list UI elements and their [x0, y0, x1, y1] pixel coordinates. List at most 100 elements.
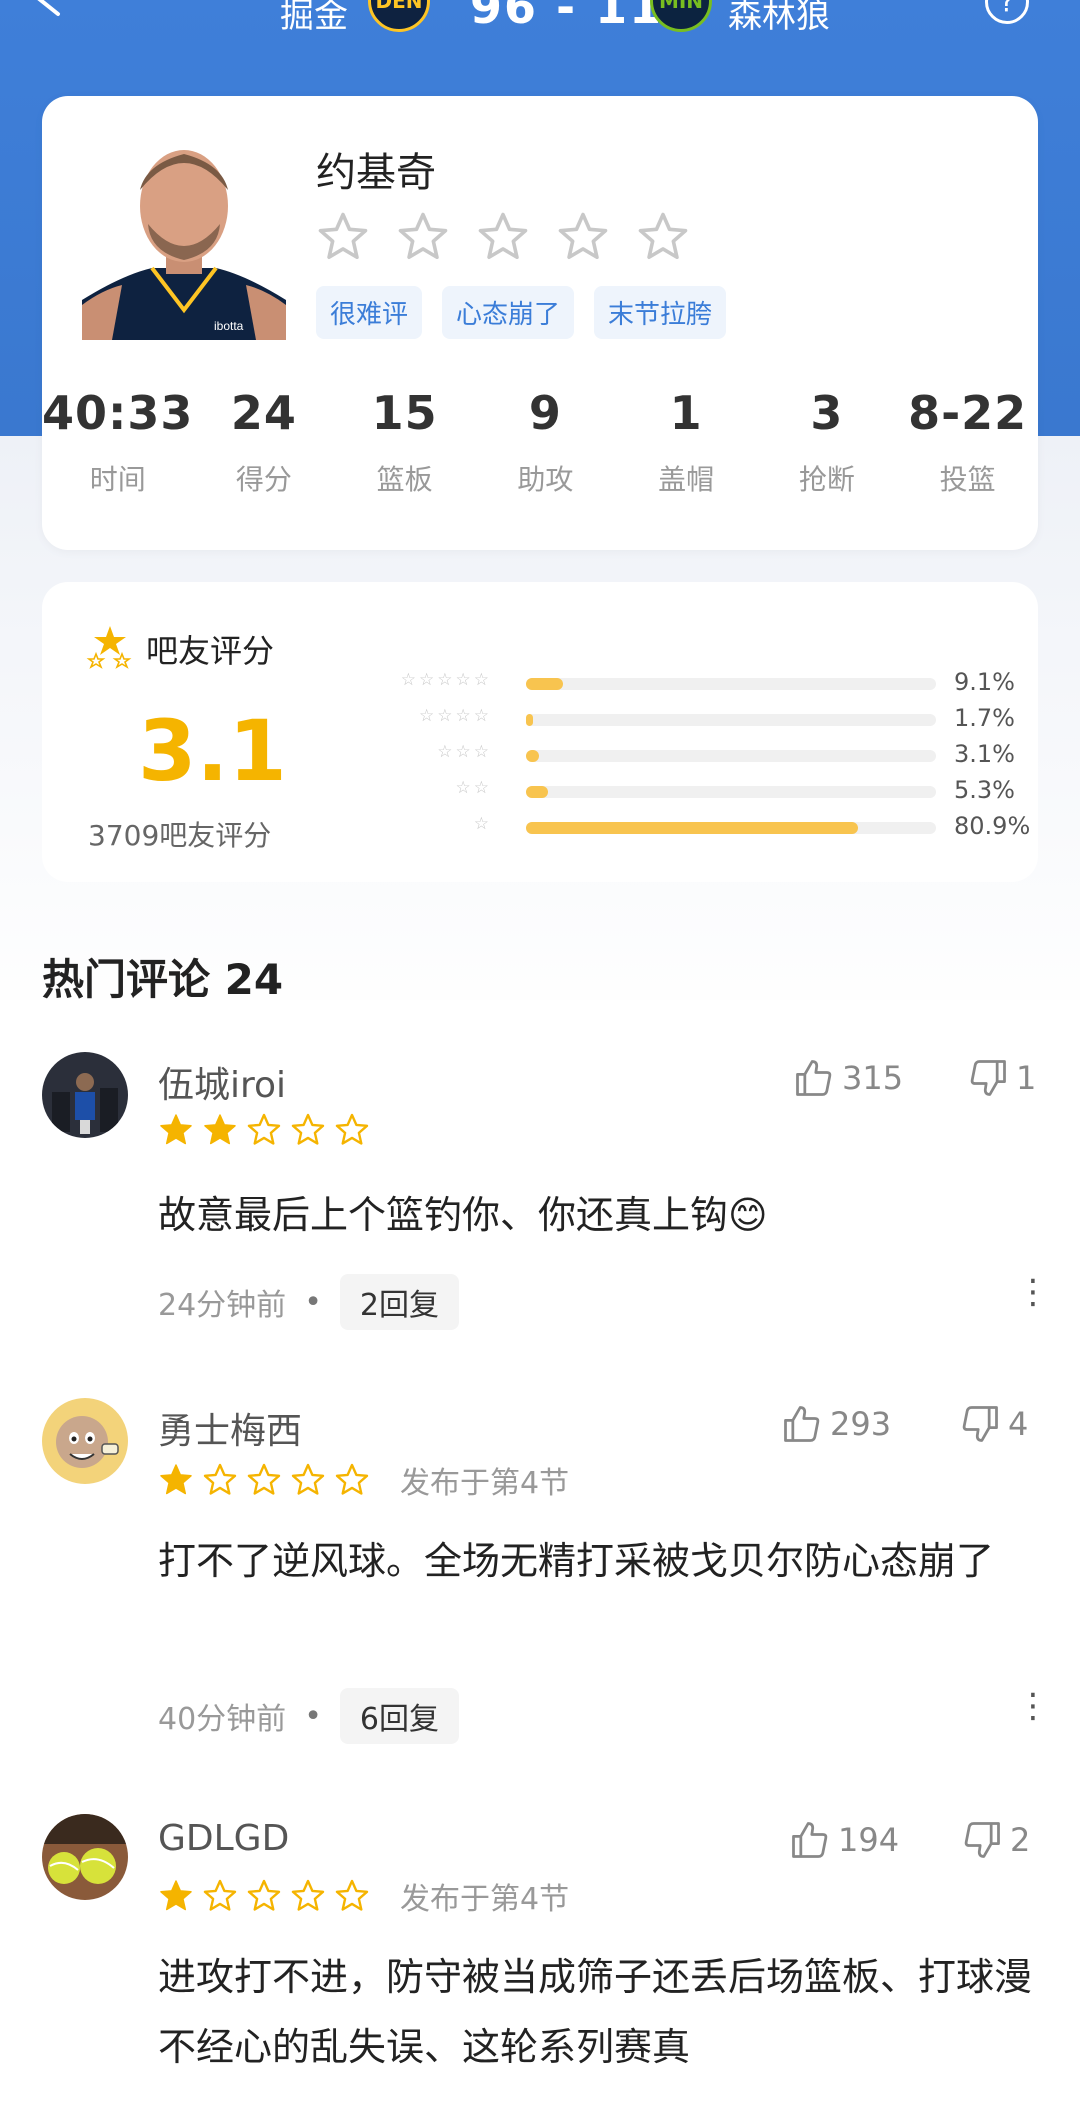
- rating-score: 3.1: [138, 702, 287, 800]
- star-icon: [247, 1463, 281, 1495]
- like-count: 293: [830, 1405, 892, 1443]
- stat-shooting: 8-22 投篮: [897, 386, 1038, 498]
- more-vertical-icon[interactable]: ⋮: [1016, 1686, 1050, 1726]
- player-avatar[interactable]: ibotta: [82, 140, 286, 340]
- comment-text: 故意最后上个篮钓你、你还真上钩😊: [158, 1193, 768, 1237]
- distribution-stars: ☆☆: [455, 778, 492, 798]
- rating-distribution: ☆☆☆☆☆ 9.1% ☆☆☆☆ 1.7% ☆☆☆ 3.1% ☆☆ 5.3% ☆ 80.9%: [342, 666, 1031, 846]
- player-tag[interactable]: 心态崩了: [442, 286, 575, 339]
- comment-username[interactable]: GDLGD: [158, 1818, 289, 1859]
- distribution-stars: ☆☆☆☆: [419, 706, 492, 726]
- hot-comments-title: 热门评论 24: [42, 955, 284, 1004]
- separator-dot: •: [304, 1284, 322, 1320]
- like-button[interactable]: 293: [780, 1402, 891, 1446]
- star-icon: [160, 1114, 192, 1145]
- star-outline-icon: [638, 212, 688, 260]
- distribution-row: ☆☆☆☆☆ 9.1%: [342, 666, 1022, 702]
- star-icon: [291, 1879, 325, 1911]
- star-icon: [203, 1463, 237, 1495]
- avatar[interactable]: [42, 1398, 128, 1484]
- distribution-stars: ☆☆☆: [437, 742, 492, 762]
- rating-title: 吧友评分: [146, 632, 275, 670]
- home-team-logo[interactable]: DEN: [368, 0, 430, 32]
- comment-username[interactable]: 伍城iroi: [158, 1056, 286, 1108]
- stat-label: 助攻: [517, 463, 574, 496]
- player-tags: 很难评 心态崩了 末节拉胯: [316, 286, 727, 339]
- comment-meta: 40分钟前 • 6回复: [158, 1688, 459, 1744]
- distribution-percent: 80.9%: [954, 812, 1031, 840]
- distribution-stars: ☆: [473, 814, 492, 834]
- away-team-name[interactable]: 森林狼: [728, 0, 830, 37]
- player-tag[interactable]: 末节拉胯: [594, 286, 727, 339]
- distribution-track: [526, 822, 936, 834]
- thumbs-up-icon: [796, 1060, 832, 1096]
- distribution-row: ☆ 80.9%: [342, 810, 1031, 846]
- dislike-button[interactable]: 1: [966, 1056, 1036, 1100]
- distribution-bar: [526, 750, 539, 762]
- distribution-track: [526, 786, 936, 798]
- comment-period-note: 发布于第4节: [400, 1466, 570, 1501]
- distribution-bar: [526, 678, 564, 690]
- stat-value: 9: [528, 386, 562, 440]
- star-icon: [247, 1879, 281, 1911]
- reply-button[interactable]: 6回复: [339, 1688, 459, 1744]
- home-logo-text: DEN: [375, 0, 423, 13]
- stat-value: 3: [810, 386, 844, 440]
- thumbs-down-icon: [970, 1060, 1006, 1096]
- user-avatar-icon: [42, 1052, 128, 1138]
- comment-time: 40分钟前: [158, 1702, 287, 1737]
- like-button[interactable]: 315: [792, 1056, 903, 1100]
- distribution-percent: 1.7%: [954, 704, 1015, 732]
- distribution-track: [526, 750, 936, 762]
- distribution-bar: [526, 714, 533, 726]
- dislike-button[interactable]: 4: [958, 1402, 1028, 1446]
- distribution-track: [526, 714, 936, 726]
- help-icon[interactable]: ?: [985, 0, 1029, 24]
- more-vertical-icon[interactable]: ⋮: [1016, 1272, 1050, 1312]
- star-outline-icon: [318, 212, 368, 260]
- stat-assists: 9 助攻: [475, 386, 616, 498]
- comment-meta: 24分钟前 • 2回复: [158, 1274, 459, 1330]
- like-button[interactable]: 194: [788, 1818, 899, 1862]
- comment-username[interactable]: 勇士梅西: [158, 1402, 302, 1454]
- stars-icon: [86, 626, 132, 669]
- star-icon: [291, 1113, 325, 1145]
- distribution-row: ☆☆☆ 3.1%: [342, 738, 1022, 774]
- stat-label: 时间: [89, 463, 146, 496]
- avatar[interactable]: [42, 1814, 128, 1900]
- star-outline-icon: [558, 212, 608, 260]
- svg-text:ibotta: ibotta: [214, 319, 244, 333]
- rating-count: 3709吧友评分: [88, 819, 272, 852]
- distribution-row: ☆☆ 5.3%: [342, 774, 1022, 810]
- distribution-percent: 9.1%: [954, 668, 1015, 696]
- stat-label: 得分: [235, 463, 292, 496]
- home-team-name[interactable]: 掘金: [280, 0, 348, 37]
- player-name: 约基奇: [316, 150, 436, 196]
- stat-value: 1: [669, 386, 703, 440]
- player-card: ibotta 约基奇 很难评 心态崩了 末节拉胯 40:33 时间 24 得分 15…: [42, 96, 1038, 550]
- star-icon: [160, 1464, 192, 1495]
- rate-player-stars[interactable]: [316, 210, 690, 264]
- star-icon: [335, 1463, 369, 1495]
- stat-label: 抢断: [798, 463, 855, 496]
- stat-value: 8-22: [908, 386, 1028, 440]
- user-avatar-icon: [42, 1398, 128, 1484]
- reply-button[interactable]: 2回复: [339, 1274, 459, 1330]
- star-icon: [160, 1880, 192, 1911]
- distribution-bar: [526, 786, 548, 798]
- stat-blocks: 1 盖帽: [616, 386, 757, 498]
- dislike-count: 1: [1016, 1059, 1037, 1097]
- like-count: 194: [838, 1821, 900, 1859]
- thumbs-down-icon: [964, 1822, 1000, 1858]
- star-icon: [335, 1113, 369, 1145]
- back-arrow-icon[interactable]: [30, 0, 70, 18]
- stat-points: 24 得分: [193, 386, 334, 498]
- away-logo-text: MIN: [658, 0, 704, 13]
- dislike-count: 4: [1008, 1405, 1029, 1443]
- comment-rating: 发布于第4节: [158, 1458, 569, 1502]
- dislike-button[interactable]: 2: [960, 1818, 1030, 1862]
- stat-rebounds: 15 篮板: [334, 386, 475, 498]
- avatar[interactable]: [42, 1052, 128, 1138]
- player-tag[interactable]: 很难评: [316, 286, 423, 339]
- player-stats: 40:33 时间 24 得分 15 篮板 9 助攻 1 盖帽 3 抢断 8-22 投篮: [42, 386, 1038, 498]
